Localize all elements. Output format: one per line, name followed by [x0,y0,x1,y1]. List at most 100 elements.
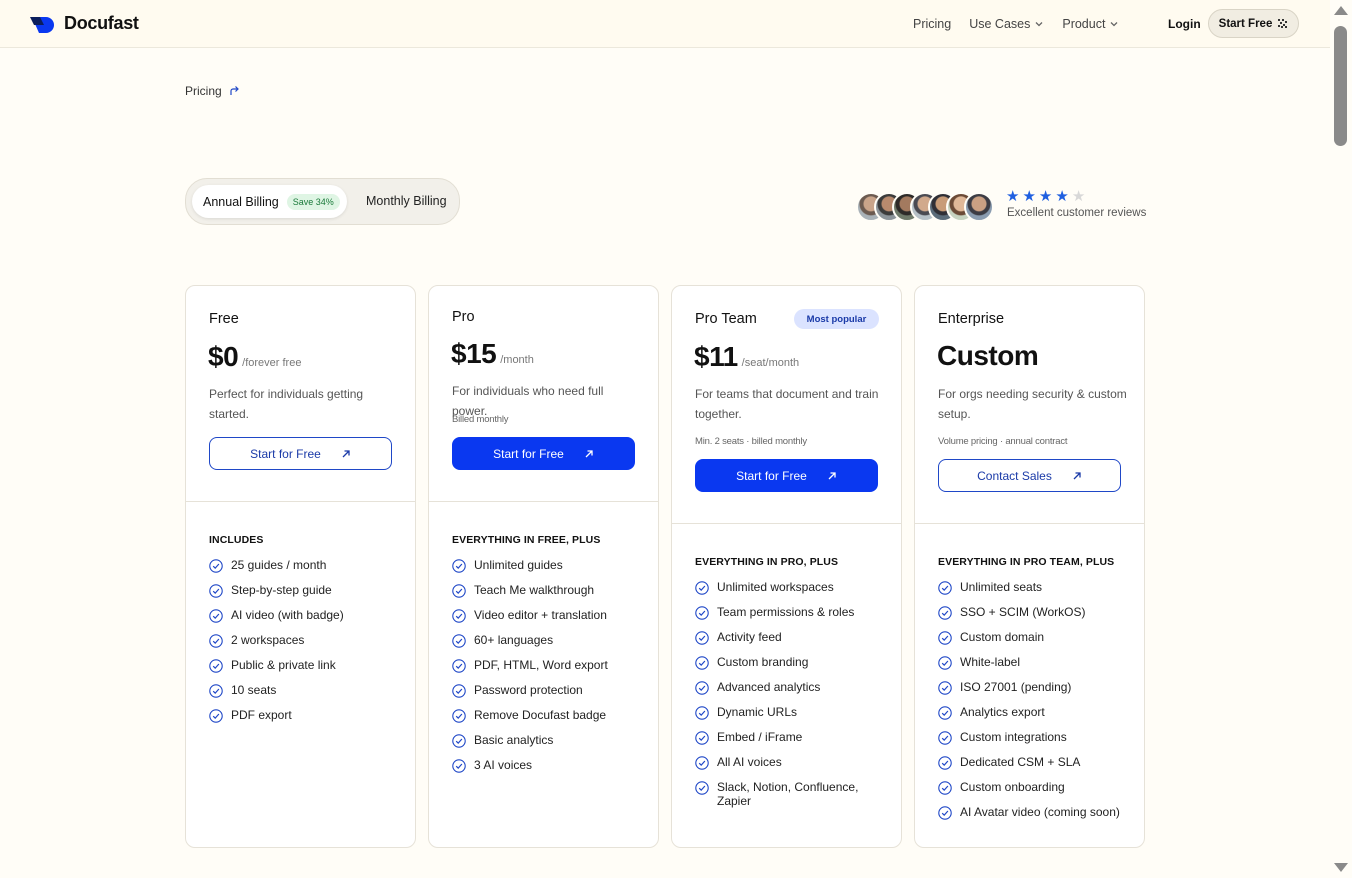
arrow-up-right-icon [342,449,350,457]
nav-use-cases[interactable]: Use Cases [969,17,1044,31]
most-popular-badge: Most popular [794,309,879,329]
start-for-free-button[interactable]: Start for Free [209,437,392,470]
check-circle-icon [209,559,223,573]
card-divider [186,501,415,502]
scroll-down-arrow-icon[interactable] [1334,863,1348,872]
plan-name: Enterprise [938,311,1005,327]
cta-label: Start for Free [736,468,807,483]
feature-item: Remove Docufast badge [452,708,642,723]
feature-item: Unlimited workspaces [695,580,885,595]
brand-logo[interactable]: Docufast [30,13,139,34]
feature-label: ISO 27001 (pending) [960,680,1072,694]
plan-name: Pro Team [695,311,757,327]
feature-label: Unlimited workspaces [717,580,834,594]
cta-label: Start for Free [493,446,564,461]
feature-label: Teach Me walkthrough [474,583,595,597]
check-circle-icon [209,584,223,598]
feature-item: Slack, Notion, Confluence, Zapier [695,780,885,808]
feature-label: 2 workspaces [231,633,305,647]
cta-label: Contact Sales [977,468,1052,483]
feature-item: Public & private link [209,658,399,673]
chevron-down-icon [1110,22,1118,27]
feature-label: AI Avatar video (coming soon) [960,805,1120,819]
start-for-free-button[interactable]: Start for Free [695,459,878,492]
plan-price-value: $15 [451,338,497,369]
feature-label: Team permissions & roles [717,605,855,619]
feature-item: Video editor + translation [452,608,642,623]
start-free-button[interactable]: Start Free [1208,9,1299,38]
start-for-free-button[interactable]: Start for Free [452,437,635,470]
star-icon: ★ [1071,188,1086,205]
feature-item: 2 workspaces [209,633,399,648]
feature-label: 25 guides / month [231,558,327,572]
feature-label: Public & private link [231,658,336,672]
feature-item: Embed / iFrame [695,730,885,745]
save-badge: Save 34% [286,193,340,210]
nav-pricing[interactable]: Pricing [913,17,951,31]
feature-item: Advanced analytics [695,680,885,695]
arrow-up-right-icon [828,471,836,479]
reviews-label: Excellent customer reviews [1007,207,1147,219]
monthly-billing-option[interactable]: Monthly Billing [366,194,447,208]
features-list: Unlimited guides Teach Me walkthrough Vide… [452,558,642,783]
plan-note: Min. 2 seats · billed monthly [695,436,807,447]
feature-label: Unlimited guides [474,558,563,572]
feature-item: PDF, HTML, Word export [452,658,642,673]
check-circle-icon [695,731,709,745]
feature-label: Analytics export [960,705,1045,719]
check-circle-icon [938,656,952,670]
scroll-up-arrow-icon[interactable] [1334,6,1348,15]
docufast-logo-icon [30,16,54,33]
star-icon: ★ [1022,188,1036,205]
breadcrumb: Pricing [185,84,240,98]
breadcrumb-label: Pricing [185,84,222,98]
plan-price-value: $11 [694,341,738,372]
feature-label: White-label [960,655,1021,669]
chevron-down-icon [1035,22,1043,27]
feature-item: White-label [938,655,1128,670]
brand-name: Docufast [64,13,139,33]
star-icon: ★ [1055,188,1069,205]
nav-product-label: Product [1062,17,1106,31]
contact-sales-button[interactable]: Contact Sales [938,459,1121,492]
plan-card-pro: Pro $15/month For individuals who need f… [428,285,659,848]
check-circle-icon [695,656,709,670]
plan-price: $11/seat/month [694,341,799,373]
feature-label: All AI voices [717,755,782,769]
annual-billing-option[interactable]: Annual Billing Save 34% [192,185,347,218]
features-title: EVERYTHING IN PRO TEAM, PLUS [938,556,1115,568]
feature-label: Password protection [474,683,583,697]
scroll-thumb[interactable] [1334,26,1347,146]
feature-label: Advanced analytics [717,680,821,694]
plan-card-pro-team: Pro Team Most popular $11/seat/month For… [671,285,902,848]
check-circle-icon [938,756,952,770]
feature-item: Custom onboarding [938,780,1128,795]
redirect-arrow-icon [230,86,239,95]
login-link[interactable]: Login [1168,17,1201,31]
check-circle-icon [695,756,709,770]
nav-product[interactable]: Product [1062,17,1119,31]
feature-label: 60+ languages [474,633,554,647]
feature-label: SSO + SCIM (WorkOS) [960,605,1086,619]
feature-item: Team permissions & roles [695,605,885,620]
sparkle-icon [1278,19,1288,28]
plan-price-value: $0 [208,341,239,372]
feature-item: AI Avatar video (coming soon) [938,805,1128,820]
check-circle-icon [452,634,466,648]
check-circle-icon [452,709,466,723]
feature-label: 3 AI voices [474,758,533,772]
feature-item: ISO 27001 (pending) [938,680,1128,695]
nav-use-cases-label: Use Cases [969,17,1031,31]
check-circle-icon [695,781,709,795]
feature-label: Remove Docufast badge [474,708,607,722]
plan-card-enterprise: Enterprise Custom For orgs needing secur… [914,285,1145,848]
feature-item: Step-by-step guide [209,583,399,598]
plan-note: Billed monthly [452,414,509,425]
feature-item: 10 seats [209,683,399,698]
page-scrollbar[interactable] [1330,0,1352,878]
feature-label: Embed / iFrame [717,730,803,744]
check-circle-icon [938,581,952,595]
star-icon: ★ [1038,188,1053,205]
check-circle-icon [938,681,952,695]
feature-item: PDF export [209,708,399,723]
